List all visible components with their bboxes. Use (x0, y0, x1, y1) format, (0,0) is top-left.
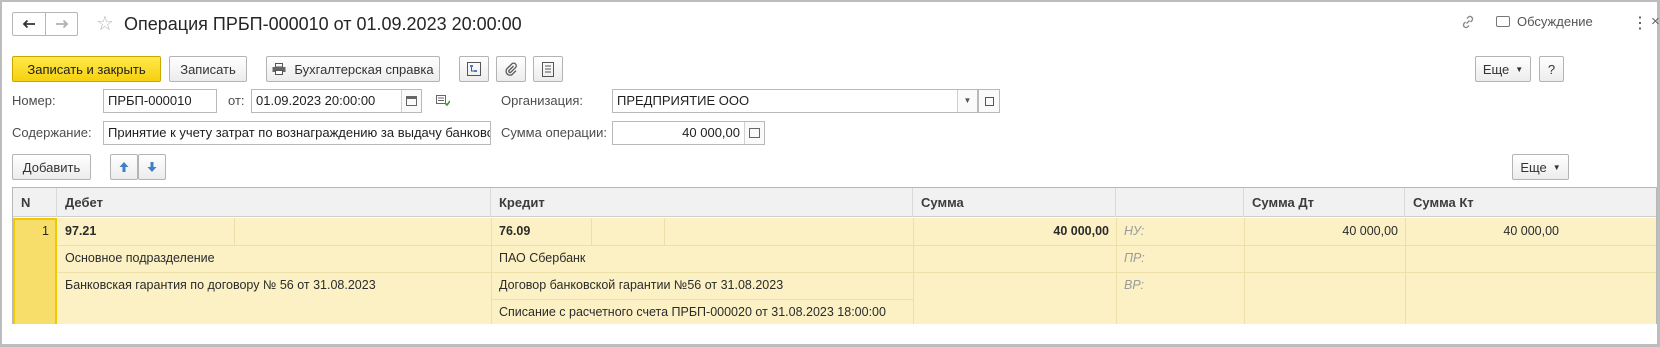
journal-icon (542, 61, 554, 77)
date-label: от: (228, 93, 245, 108)
document-journal-button[interactable] (533, 56, 563, 82)
organization-value: ПРЕДПРИЯТИЕ ООО (617, 93, 750, 108)
add-row-label: Добавить (22, 159, 81, 175)
printer-icon (272, 63, 286, 75)
credit-subconto-1[interactable]: ПАО Сбербанк (499, 245, 585, 272)
column-sum-dt[interactable]: Сумма Дт (1244, 188, 1405, 217)
help-button[interactable]: ? (1539, 56, 1564, 82)
date-field[interactable]: 01.09.2023 20:00:00 (251, 89, 422, 113)
move-down-button[interactable] (138, 154, 166, 180)
help-label: ? (1547, 61, 1556, 77)
open-icon (984, 96, 994, 106)
accounting-certificate-button[interactable]: Бухгалтерская справка (266, 56, 440, 82)
credit-subconto-2[interactable]: Договор банковской гарантии №56 от 31.08… (499, 272, 783, 299)
operation-sum-field[interactable]: 40 000,00 (612, 121, 765, 145)
move-up-button[interactable] (110, 154, 138, 180)
table-more-button[interactable]: Еще ▼ (1512, 154, 1569, 180)
row-number: 1 (42, 224, 49, 238)
debit-subconto-1[interactable]: Основное подразделение (65, 245, 215, 272)
save-and-close-button[interactable]: Записать и закрыть (12, 56, 161, 82)
temporary-difference-label: ВР: (1124, 278, 1145, 292)
table-row[interactable]: 1 97.21 Основное подразделение Банковска… (13, 218, 1656, 324)
debit-subconto-2[interactable]: Банковская гарантия по договору № 56 от … (65, 272, 376, 299)
favorite-star-icon[interactable]: ☆ (96, 12, 114, 36)
discussion-label: Обсуждение (1517, 14, 1593, 29)
entries-table: N Дебет Кредит Сумма Сумма Дт Сумма Кт 1… (12, 187, 1657, 324)
save-label: Записать (180, 61, 236, 77)
sum-kt-cell[interactable]: 40 000,00 (1405, 218, 1559, 245)
more-label: Еще (1482, 61, 1510, 77)
dropdown-icon[interactable]: ▼ (957, 90, 977, 112)
table-more-label: Еще (1520, 159, 1547, 175)
arrow-left-icon (22, 19, 35, 29)
organization-label: Организация: (501, 93, 584, 108)
save-and-close-label: Записать и закрыть (27, 61, 146, 77)
debit-account[interactable]: 97.21 (65, 218, 96, 245)
discussion-button[interactable]: Обсуждение (1496, 14, 1593, 29)
calendar-icon[interactable] (401, 90, 421, 112)
permanent-difference-label: ПР: (1124, 251, 1145, 265)
table-header: N Дебет Кредит Сумма Сумма Дт Сумма Кт (13, 188, 1656, 217)
structure-button[interactable] (459, 56, 489, 82)
link-icon[interactable] (1460, 14, 1476, 30)
sum-cell[interactable]: 40 000,00 (913, 218, 1109, 245)
arrow-up-icon (119, 162, 129, 172)
arrow-right-icon (55, 19, 68, 29)
calculator-icon[interactable] (744, 122, 764, 144)
number-field[interactable]: ПРБП-000010 (103, 89, 217, 113)
document-status-icon (436, 95, 450, 107)
date-value: 01.09.2023 20:00:00 (256, 93, 376, 108)
sum-dt-cell[interactable]: 40 000,00 (1244, 218, 1398, 245)
forward-button[interactable] (45, 13, 77, 35)
close-icon[interactable]: × (1651, 13, 1660, 30)
more-button[interactable]: Еще ▼ (1475, 56, 1531, 82)
open-organization-button[interactable] (978, 89, 1000, 113)
chat-icon (1496, 16, 1510, 27)
credit-account[interactable]: 76.09 (499, 218, 530, 245)
column-sum[interactable]: Сумма (913, 188, 1116, 217)
back-button[interactable] (13, 13, 45, 35)
column-n[interactable]: N (13, 188, 57, 217)
page-title: Операция ПРБП-000010 от 01.09.2023 20:00… (124, 14, 522, 34)
column-sum-kt[interactable]: Сумма Кт (1405, 188, 1656, 217)
add-row-button[interactable]: Добавить (12, 154, 91, 180)
more-actions-icon[interactable]: ⋮ (1632, 13, 1648, 33)
column-credit[interactable]: Кредит (491, 188, 913, 217)
credit-subconto-3[interactable]: Списание с расчетного счета ПРБП-000020 … (499, 299, 886, 324)
navigation-buttons (12, 12, 78, 36)
attach-files-button[interactable] (496, 56, 526, 82)
operation-sum-value: 40 000,00 (682, 125, 740, 140)
number-label: Номер: (12, 93, 56, 108)
paperclip-icon (505, 62, 517, 76)
save-button[interactable]: Записать (169, 56, 247, 82)
tax-accounting-label: НУ: (1124, 224, 1145, 238)
column-debit[interactable]: Дебет (57, 188, 491, 217)
arrow-down-icon (147, 162, 157, 172)
operation-sum-label: Сумма операции: (501, 125, 607, 140)
column-accounting-type[interactable] (1116, 188, 1244, 217)
content-label: Содержание: (12, 125, 92, 140)
structure-icon (467, 62, 481, 76)
organization-field[interactable]: ПРЕДПРИЯТИЕ ООО ▼ (612, 89, 978, 113)
content-field[interactable]: Принятие к учету затрат по вознаграждени… (103, 121, 491, 145)
accounting-certificate-label: Бухгалтерская справка (294, 61, 434, 77)
